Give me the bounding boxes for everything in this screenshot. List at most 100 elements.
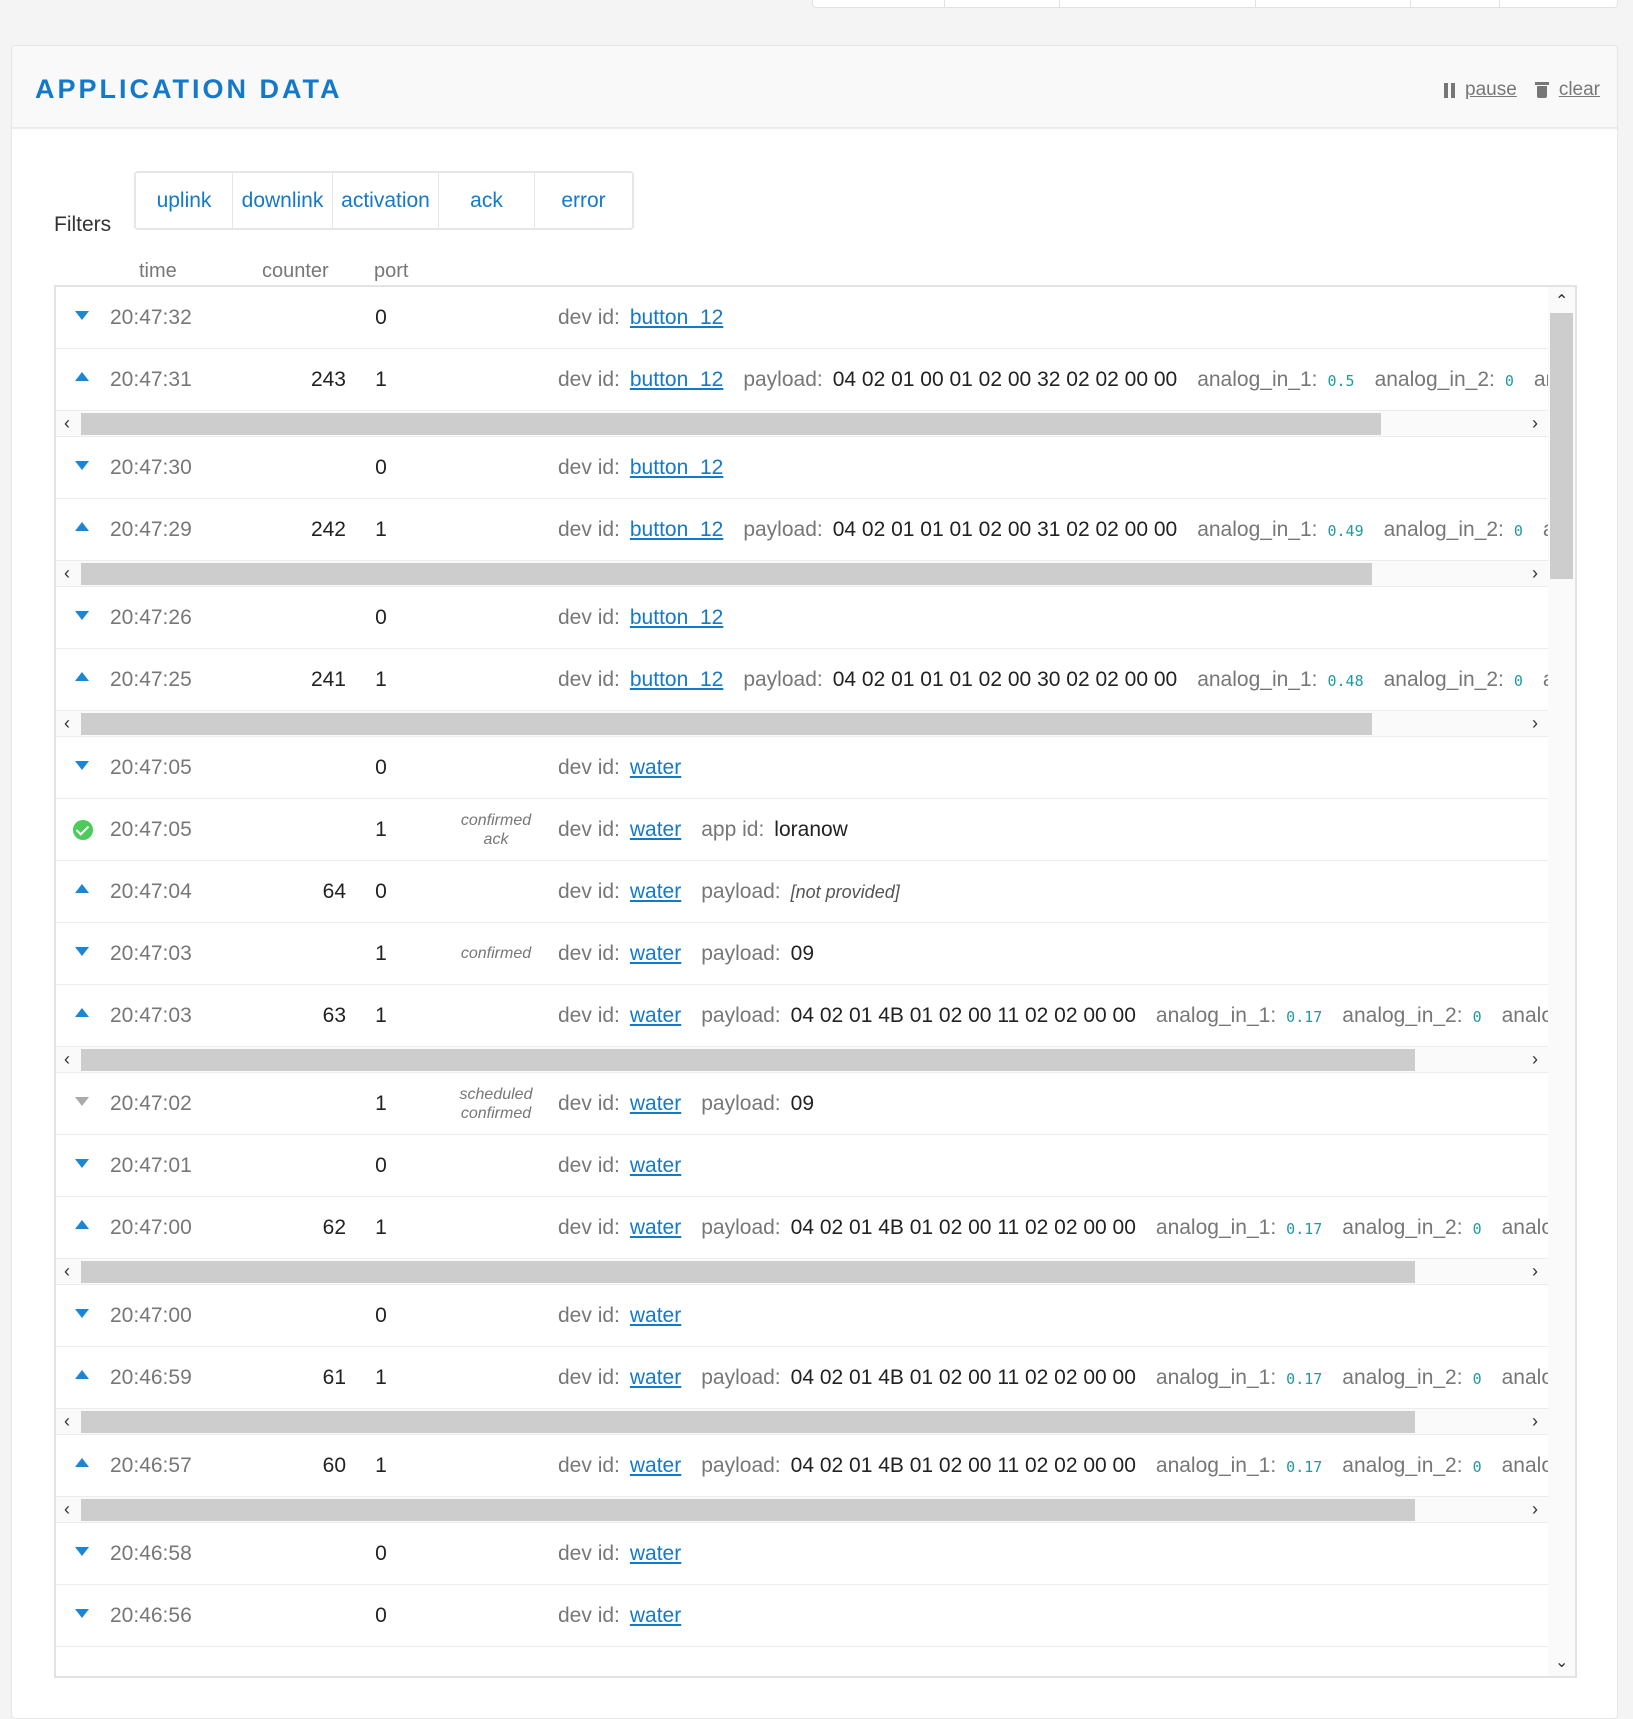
table-row[interactable]: 20:47:02 1 scheduled confirmed dev id: water p… xyxy=(56,1073,1550,1135)
scroll-left-icon[interactable]: ‹ xyxy=(64,1499,70,1520)
app-id-value: loranow xyxy=(774,818,848,841)
horizontal-scroll-thumb[interactable] xyxy=(81,413,1381,435)
event-log[interactable]: 20:47:32 0 dev id: button_12 20:47:31 243 1 dev… xyxy=(54,285,1577,1678)
row-fields: dev id: water payload: 04 02 01 4B 01 02 00… xyxy=(558,1004,1550,1028)
table-row[interactable]: 20:47:00 0 dev id: water xyxy=(56,1285,1550,1347)
scroll-right-icon[interactable]: › xyxy=(1532,1411,1538,1432)
table-row[interactable]: 20:47:30 0 dev id: button_12 xyxy=(56,437,1550,499)
field-label: analog_in_2: xyxy=(1342,1454,1463,1477)
row-port: 0 xyxy=(375,1154,387,1177)
table-row[interactable]: 20:47:29 242 1 dev id: button_12 payload: 04 0… xyxy=(56,499,1550,561)
downlink-arrow-icon xyxy=(75,461,89,470)
dev-id-link[interactable]: water xyxy=(630,880,681,904)
filter-error[interactable]: error xyxy=(535,173,632,228)
row-counter: 241 xyxy=(310,668,346,691)
horizontal-scroll-thumb[interactable] xyxy=(81,563,1372,585)
scroll-right-icon[interactable]: › xyxy=(1532,413,1538,434)
field-label: analog_in_ xyxy=(1501,1366,1550,1389)
filter-downlink[interactable]: downlink xyxy=(233,173,333,228)
row-fields: dev id: button_12 xyxy=(558,606,743,630)
horizontal-scrollbar[interactable]: ‹ › xyxy=(56,411,1550,437)
horizontal-scroll-thumb[interactable] xyxy=(81,1049,1415,1071)
filter-uplink[interactable]: uplink xyxy=(136,173,233,228)
dev-id-link[interactable]: water xyxy=(630,1304,681,1328)
dev-id-link[interactable]: water xyxy=(630,1154,681,1178)
dev-id-link[interactable]: button_12 xyxy=(630,456,723,480)
dev-id-link[interactable]: water xyxy=(630,1092,681,1116)
table-row[interactable]: 20:47:32 0 dev id: button_12 xyxy=(56,287,1550,349)
horizontal-scrollbar[interactable]: ‹ › xyxy=(56,1259,1550,1285)
horizontal-scroll-thumb[interactable] xyxy=(81,1499,1415,1521)
table-row[interactable]: 20:47:03 1 confirmed dev id: water payload: 09 xyxy=(56,923,1550,985)
dev-id-link[interactable]: button_12 xyxy=(630,306,723,330)
dev-id-link[interactable]: water xyxy=(630,1366,681,1390)
clear-button[interactable]: clear xyxy=(1534,79,1600,101)
filter-ack[interactable]: ack xyxy=(439,173,535,228)
payload-label: payload: xyxy=(743,368,823,391)
table-row[interactable]: 20:46:57 60 1 dev id: water payload: 04 02 01 … xyxy=(56,1435,1550,1497)
row-time: 20:47:31 xyxy=(110,368,192,391)
table-row[interactable]: 20:47:05 0 dev id: water xyxy=(56,737,1550,799)
dev-id-link[interactable]: water xyxy=(630,942,681,966)
event-rows: 20:47:32 0 dev id: button_12 20:47:31 243 1 dev… xyxy=(56,287,1550,1647)
field-label: analog_in_2: xyxy=(1374,368,1495,391)
table-row[interactable]: 20:47:31 243 1 dev id: button_12 payload: 04 0… xyxy=(56,349,1550,411)
row-fields: dev id: button_12 payload: 04 02 01 01 01 0… xyxy=(558,668,1550,692)
vertical-scrollbar[interactable]: ⌃ ⌄ xyxy=(1548,287,1575,1676)
payload-label: payload: xyxy=(701,1216,781,1239)
scroll-left-icon[interactable]: ‹ xyxy=(64,413,70,434)
table-row[interactable]: 20:47:05 1 confirmed ack dev id: water app id:… xyxy=(56,799,1550,861)
dev-id-link[interactable]: water xyxy=(630,1542,681,1566)
horizontal-scrollbar[interactable]: ‹ › xyxy=(56,1409,1550,1435)
table-row[interactable]: 20:46:59 61 1 dev id: water payload: 04 02 01 … xyxy=(56,1347,1550,1409)
horizontal-scrollbar[interactable]: ‹ › xyxy=(56,711,1550,737)
table-row[interactable]: 20:47:00 62 1 dev id: water payload: 04 02 01 … xyxy=(56,1197,1550,1259)
table-row[interactable]: 20:47:01 0 dev id: water xyxy=(56,1135,1550,1197)
table-row[interactable]: 20:47:04 64 0 dev id: water payload: [not prov… xyxy=(56,861,1550,923)
scroll-right-icon[interactable]: › xyxy=(1532,1499,1538,1520)
dev-id-link[interactable]: water xyxy=(630,1604,681,1628)
scroll-right-icon[interactable]: › xyxy=(1532,713,1538,734)
scroll-right-icon[interactable]: › xyxy=(1532,1261,1538,1282)
horizontal-scrollbar[interactable]: ‹ › xyxy=(56,1047,1550,1073)
app-id-label: app id: xyxy=(701,818,765,841)
table-row[interactable]: 20:47:26 0 dev id: button_12 xyxy=(56,587,1550,649)
scroll-right-icon[interactable]: › xyxy=(1532,1049,1538,1070)
horizontal-scroll-thumb[interactable] xyxy=(81,1261,1415,1283)
uplink-arrow-icon xyxy=(75,1220,89,1229)
field-label: analog_in_ xyxy=(1501,1454,1550,1477)
filter-activation[interactable]: activation xyxy=(333,173,439,228)
dev-id-link[interactable]: water xyxy=(630,1216,681,1240)
table-row[interactable]: 20:46:56 0 dev id: water xyxy=(56,1585,1550,1647)
scroll-down-icon[interactable]: ⌄ xyxy=(1555,1652,1568,1672)
scroll-left-icon[interactable]: ‹ xyxy=(64,1261,70,1282)
scroll-right-icon[interactable]: › xyxy=(1532,563,1538,584)
pause-button[interactable]: pause xyxy=(1444,79,1517,101)
horizontal-scrollbar[interactable]: ‹ › xyxy=(56,1497,1550,1523)
dev-id-link[interactable]: water xyxy=(630,818,681,842)
scroll-left-icon[interactable]: ‹ xyxy=(64,1411,70,1432)
horizontal-scroll-thumb[interactable] xyxy=(81,1411,1415,1433)
page-title: APPLICATION DATA xyxy=(35,74,343,104)
dev-id-link[interactable]: button_12 xyxy=(630,518,723,542)
field-value: 0.17 xyxy=(1286,1458,1323,1476)
dev-id-link[interactable]: button_12 xyxy=(630,668,723,692)
table-row[interactable]: 20:46:58 0 dev id: water xyxy=(56,1523,1550,1585)
scroll-left-icon[interactable]: ‹ xyxy=(64,563,70,584)
dev-id-link[interactable]: button_12 xyxy=(630,368,723,392)
horizontal-scroll-thumb[interactable] xyxy=(81,713,1372,735)
horizontal-scrollbar[interactable]: ‹ › xyxy=(56,561,1550,587)
scroll-up-icon[interactable]: ⌃ xyxy=(1555,291,1568,311)
dev-id-label: dev id: xyxy=(558,668,620,691)
table-row[interactable]: 20:47:03 63 1 dev id: water payload: 04 02 01 … xyxy=(56,985,1550,1047)
scroll-left-icon[interactable]: ‹ xyxy=(64,1049,70,1070)
table-row[interactable]: 20:47:25 241 1 dev id: button_12 payload: 04 0… xyxy=(56,649,1550,711)
scroll-left-icon[interactable]: ‹ xyxy=(64,713,70,734)
vertical-scroll-thumb[interactable] xyxy=(1550,313,1573,579)
row-time: 20:47:01 xyxy=(110,1154,192,1177)
dev-id-link[interactable]: button_12 xyxy=(630,606,723,630)
dev-id-link[interactable]: water xyxy=(630,1004,681,1028)
uplink-arrow-icon xyxy=(75,1458,89,1467)
dev-id-link[interactable]: water xyxy=(630,756,681,780)
dev-id-link[interactable]: water xyxy=(630,1454,681,1478)
